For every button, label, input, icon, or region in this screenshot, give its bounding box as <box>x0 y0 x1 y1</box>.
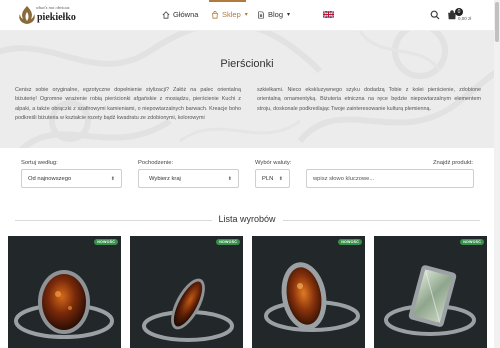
product-card[interactable]: NOWOŚĆ <box>130 236 243 348</box>
active-nav-indicator <box>209 0 246 2</box>
new-badge: NOWOŚĆ <box>338 239 362 245</box>
new-badge: NOWOŚĆ <box>460 239 484 245</box>
shop-bag-icon <box>212 10 218 19</box>
product-image-ring-amber <box>142 278 234 342</box>
chevron-updown-icon: ⬍ <box>278 175 283 182</box>
nav-shop-label: Sklep <box>222 10 241 19</box>
logo-flame-icon <box>19 6 35 24</box>
currency-select-value: PLN <box>262 175 274 182</box>
blog-doc-icon <box>258 10 264 19</box>
new-badge: NOWOŚĆ <box>94 239 118 245</box>
nav-blog-label: Blog <box>268 10 284 19</box>
cart-total: 0,00 zł <box>458 16 472 21</box>
sort-label: Sortuj według: <box>21 160 58 166</box>
origin-select[interactable]: Wybierz kraj ⬍ <box>138 169 239 188</box>
new-badge: NOWOŚĆ <box>216 239 240 245</box>
origin-label: Pochodzenie: <box>138 160 174 166</box>
scrollbar-thumb[interactable] <box>495 2 499 42</box>
home-icon <box>162 10 170 19</box>
sort-select[interactable]: Od najnowszego ⬍ <box>21 169 122 188</box>
product-card[interactable]: NOWOŚĆ <box>8 236 121 348</box>
logo-name: piekiełko <box>37 12 76 23</box>
section-title: Lista wyrobów <box>218 214 276 224</box>
site-header: what's not obvious piekiełko Główna Skle… <box>0 0 494 31</box>
nav-home[interactable]: Główna <box>162 10 198 19</box>
product-card[interactable]: NOWOŚĆ <box>374 236 487 348</box>
find-label: Znajdź produkt: <box>433 160 473 166</box>
chevron-down-icon: ▾ <box>287 12 291 18</box>
currency-select[interactable]: PLN ⬍ <box>255 169 290 188</box>
logo-tagline: what's not obvious <box>36 5 70 10</box>
hero-description-right: szkiełkami. Nieco ekskluzywnego szyku do… <box>257 87 481 112</box>
product-image-ring-amber <box>14 270 114 339</box>
currency-label: Wybór waluty: <box>255 160 292 166</box>
product-card[interactable]: NOWOŚĆ <box>252 236 365 348</box>
chevron-updown-icon: ⬍ <box>110 175 115 182</box>
category-hero: Pierścionki Cenisz sobie oryginalne, egz… <box>0 31 494 148</box>
search-icon[interactable] <box>430 10 440 20</box>
chevron-down-icon: ▾ <box>244 12 248 18</box>
logo[interactable]: what's not obvious piekiełko <box>16 3 76 27</box>
divider <box>283 220 480 221</box>
product-search-placeholder: wpisz słowo kluczowe... <box>313 175 375 182</box>
product-image-ring-crystal <box>384 265 476 336</box>
chevron-updown-icon: ⬍ <box>227 175 232 182</box>
uk-flag-icon[interactable] <box>323 11 334 18</box>
nav-blog[interactable]: Blog ▾ <box>257 10 290 19</box>
page-title: Pierścionki <box>220 58 274 70</box>
product-image-ring-amber <box>264 262 360 332</box>
sort-select-value: Od najnowszego <box>28 175 72 182</box>
nav-shop[interactable]: Sklep ▾ <box>211 10 248 19</box>
cart-count-badge: 0 <box>455 8 463 16</box>
cart-button[interactable]: 0 0,00 zł <box>447 8 477 24</box>
origin-select-value: Wybierz kraj <box>149 175 181 182</box>
hero-description-left: Cenisz sobie oryginalne, egzotyczne dope… <box>15 87 241 122</box>
page-scrollbar[interactable] <box>494 0 500 348</box>
product-search-input[interactable]: wpisz słowo kluczowe... <box>306 169 474 188</box>
nav-home-label: Główna <box>173 10 199 19</box>
